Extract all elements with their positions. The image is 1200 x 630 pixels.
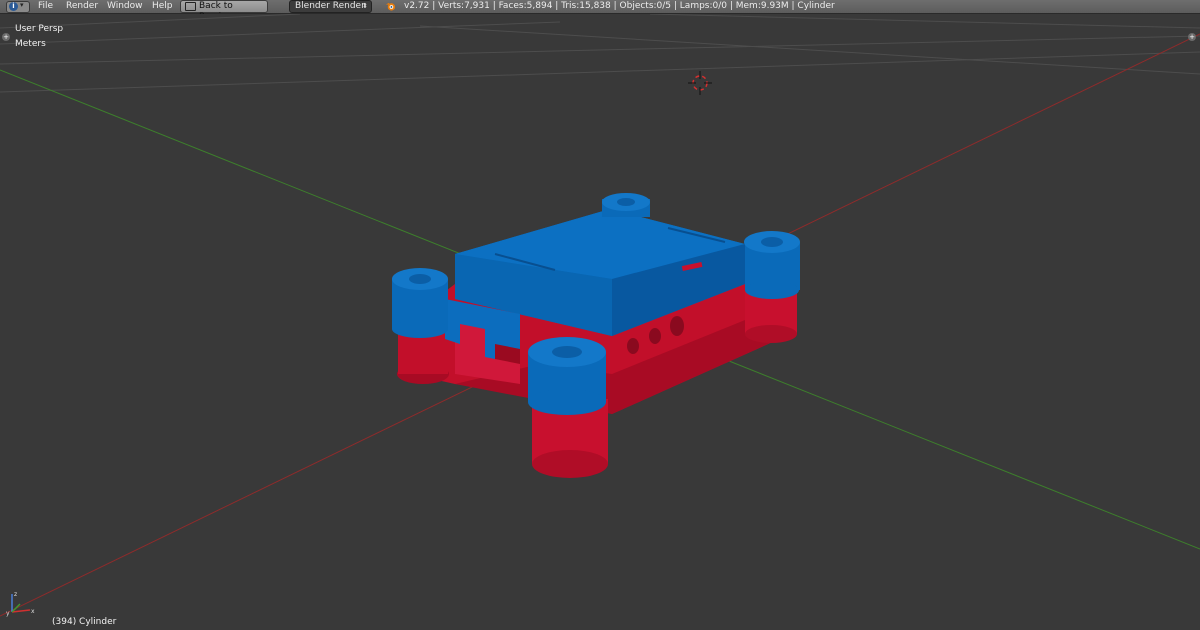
axis-orientation-icon: z x y — [6, 591, 35, 617]
menu-window[interactable]: Window — [107, 0, 143, 13]
chevron-down-icon: ▾ — [20, 1, 24, 9]
info-icon: i — [9, 2, 18, 11]
active-object-label: (394) Cylinder — [52, 617, 117, 627]
svg-text:z: z — [14, 591, 17, 598]
screen-back-icon — [185, 2, 196, 11]
3d-cursor-icon[interactable] — [686, 69, 714, 97]
3d-viewport[interactable]: + + User Persp Meters z x y (394) Cylind… — [0, 14, 1200, 630]
svg-text:y: y — [6, 610, 10, 617]
view-name-label: User Persp — [15, 24, 64, 34]
tool-shelf-toggle-icon[interactable]: + — [2, 33, 10, 41]
menu-help[interactable]: Help — [152, 0, 173, 13]
up-down-arrows-icon: ⬍ — [362, 2, 368, 10]
menu-file[interactable]: File — [38, 0, 53, 13]
blender-logo-icon — [385, 2, 396, 11]
svg-text:x: x — [31, 608, 35, 615]
menu-render[interactable]: Render — [66, 0, 98, 13]
editor-type-button[interactable]: i ▾ — [6, 1, 30, 13]
render-engine-value: Blender Render — [295, 1, 365, 11]
render-engine-select[interactable]: Blender Render ⬍ — [289, 0, 372, 13]
floor-grid — [0, 14, 1200, 93]
units-label: Meters — [15, 39, 46, 49]
scene-stats: v2.72 | Verts:7,931 | Faces:5,894 | Tris… — [404, 1, 835, 11]
info-header: i ▾ File Render Window Help Back to Prev… — [0, 0, 1200, 22]
viewport-scene[interactable] — [0, 14, 1200, 630]
back-to-previous-button[interactable]: Back to Previous — [180, 0, 268, 22]
properties-toggle-icon[interactable]: + — [1188, 33, 1196, 41]
